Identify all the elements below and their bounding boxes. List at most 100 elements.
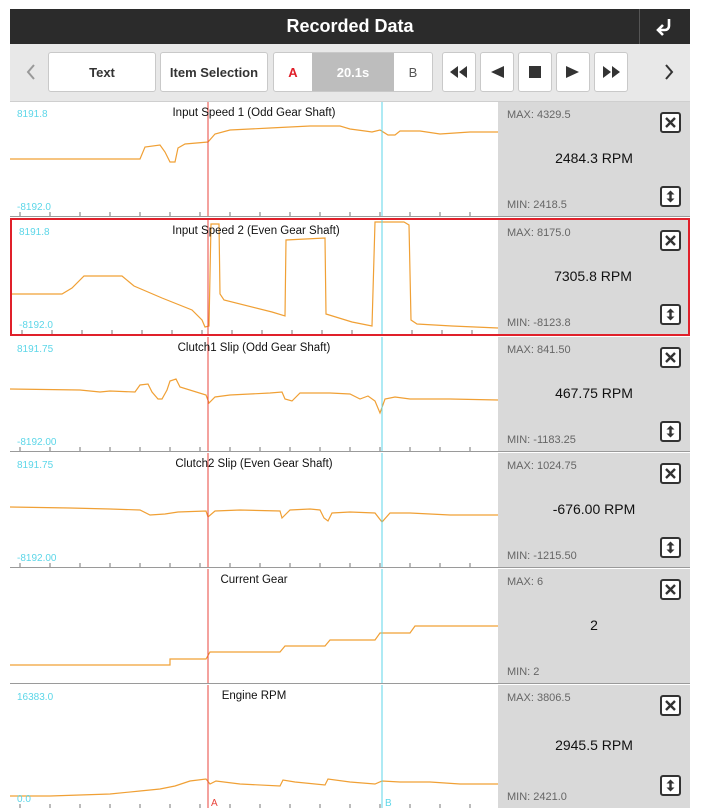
vertical-resize-icon — [666, 541, 675, 554]
cursor-b-label: B — [385, 798, 392, 808]
plot-panel-input-speed-1[interactable]: Input Speed 1 (Odd Gear Shaft) 8191.8 -8… — [10, 102, 690, 217]
vertical-resize-icon — [666, 425, 675, 438]
value-panel: MAX: 1024.75 -676.00 RPM MIN: -1215.50 — [498, 453, 690, 567]
stop-icon — [529, 66, 541, 78]
max-value: MAX: 6 — [507, 576, 544, 588]
max-value: MAX: 8175.0 — [507, 227, 571, 239]
fast-forward-button[interactable] — [594, 52, 628, 92]
stop-button[interactable] — [518, 52, 552, 92]
play-button[interactable] — [556, 52, 590, 92]
trace-chart — [10, 569, 498, 683]
time-display: 20.1s — [312, 53, 394, 91]
text-button[interactable]: Text — [48, 52, 156, 92]
trace-chart — [10, 102, 498, 216]
close-plot-button[interactable] — [660, 695, 681, 716]
close-plot-button[interactable] — [660, 230, 681, 251]
fast-forward-icon — [603, 66, 620, 78]
plot-panel-input-speed-2[interactable]: Input Speed 2 (Even Gear Shaft) 8191.8 -… — [10, 218, 690, 336]
chevron-left-icon — [26, 64, 35, 80]
min-value: MIN: -1183.25 — [507, 434, 576, 446]
trace-chart — [10, 337, 498, 451]
y-max-label: 16383.0 — [17, 692, 54, 703]
trace-chart: A B — [10, 685, 498, 808]
y-min-label: -8192.0 — [17, 202, 51, 213]
plot-title: Input Speed 2 (Even Gear Shaft) — [172, 225, 340, 237]
vertical-resize-icon — [666, 190, 675, 203]
max-value: MAX: 4329.5 — [507, 109, 571, 121]
vertical-resize-icon — [666, 308, 675, 321]
current-value: 467.75 RPM — [555, 385, 633, 401]
min-value: MIN: 2418.5 — [507, 199, 567, 211]
plot-graph: Input Speed 2 (Even Gear Shaft) 8191.8 -… — [12, 220, 500, 334]
signal-trace — [10, 378, 498, 415]
fast-rewind-icon — [450, 66, 467, 78]
plot-graph: A B Engine RPM 16383.0 0.0 — [10, 685, 498, 808]
plot-title: Clutch1 Slip (Odd Gear Shaft) — [177, 342, 331, 354]
plot-graph: Current Gear — [10, 569, 498, 683]
toolbar: Text Item Selection A 20.1s B — [10, 44, 690, 102]
signal-trace — [10, 125, 498, 163]
close-icon — [665, 117, 676, 128]
fast-rewind-button[interactable] — [442, 52, 476, 92]
play-icon — [566, 66, 579, 78]
scale-button[interactable] — [660, 537, 681, 558]
max-value: MAX: 1024.75 — [507, 460, 577, 472]
plot-panel-clutch2-slip[interactable]: Clutch2 Slip (Even Gear Shaft) 8191.75 -… — [10, 453, 690, 568]
plot-graph: Clutch1 Slip (Odd Gear Shaft) 8191.75 -8… — [10, 337, 498, 451]
current-value: 2 — [590, 617, 598, 633]
scroll-left-button[interactable] — [14, 52, 48, 92]
y-max-label: 8191.75 — [17, 344, 54, 355]
y-max-label: 8191.8 — [19, 227, 50, 238]
value-panel: MAX: 4329.5 2484.3 RPM MIN: 2418.5 — [498, 102, 690, 216]
scale-button[interactable] — [660, 186, 681, 207]
plot-title: Engine RPM — [221, 690, 287, 702]
y-min-label: -8192.00 — [17, 437, 57, 448]
step-back-button[interactable] — [480, 52, 514, 92]
item-selection-button[interactable]: Item Selection — [160, 52, 268, 92]
min-value: MIN: -8123.8 — [507, 317, 571, 329]
return-arrow-icon — [656, 18, 671, 36]
value-panel: MAX: 841.50 467.75 RPM MIN: -1183.25 — [498, 337, 690, 451]
close-plot-button[interactable] — [660, 579, 681, 600]
y-max-label: 8191.8 — [17, 109, 48, 120]
max-value: MAX: 3806.5 — [507, 692, 571, 704]
close-plot-button[interactable] — [660, 463, 681, 484]
min-value: MIN: -1215.50 — [507, 550, 577, 562]
scroll-right-button[interactable] — [652, 52, 686, 92]
cursor-a-label: A — [211, 798, 218, 808]
plot-panel-current-gear[interactable]: Current Gear MAX: 6 2 MIN: 2 — [10, 569, 690, 684]
min-value: MIN: 2421.0 — [507, 791, 567, 803]
play-reverse-icon — [491, 66, 504, 78]
chevron-right-icon — [665, 64, 674, 80]
back-button[interactable] — [639, 9, 690, 44]
close-plot-button[interactable] — [660, 347, 681, 368]
plot-title: Current Gear — [220, 574, 288, 586]
plots-area: Input Speed 1 (Odd Gear Shaft) 8191.8 -8… — [10, 102, 690, 808]
close-icon — [665, 235, 676, 246]
close-plot-button[interactable] — [660, 112, 681, 133]
close-icon — [665, 468, 676, 479]
close-icon — [665, 352, 676, 363]
trace-chart — [10, 453, 498, 567]
plot-panel-clutch1-slip[interactable]: Clutch1 Slip (Odd Gear Shaft) 8191.75 -8… — [10, 337, 690, 452]
plot-panel-engine-rpm[interactable]: A B Engine RPM 16383.0 0.0 MAX: 3806.5 2… — [10, 685, 690, 808]
value-panel: MAX: 6 2 MIN: 2 — [498, 569, 690, 683]
scale-button[interactable] — [660, 775, 681, 796]
scale-button[interactable] — [660, 421, 681, 442]
marker-b-button[interactable]: B — [394, 53, 432, 91]
current-value: 2945.5 RPM — [555, 737, 633, 753]
value-panel: MAX: 3806.5 2945.5 RPM MIN: 2421.0 — [498, 685, 690, 808]
min-value: MIN: 2 — [507, 666, 540, 678]
plot-title: Input Speed 1 (Odd Gear Shaft) — [172, 107, 336, 119]
scale-button[interactable] — [660, 304, 681, 325]
signal-trace — [10, 625, 498, 666]
signal-trace — [10, 506, 498, 523]
y-min-label: 0.0 — [17, 794, 31, 805]
y-min-label: -8192.00 — [17, 553, 57, 564]
y-min-label: -8192.0 — [19, 320, 53, 331]
trace-chart — [12, 220, 498, 334]
current-value: 7305.8 RPM — [554, 268, 632, 284]
y-max-label: 8191.75 — [17, 460, 54, 471]
marker-a-button[interactable]: A — [274, 53, 312, 91]
plot-graph: Clutch2 Slip (Even Gear Shaft) 8191.75 -… — [10, 453, 498, 567]
